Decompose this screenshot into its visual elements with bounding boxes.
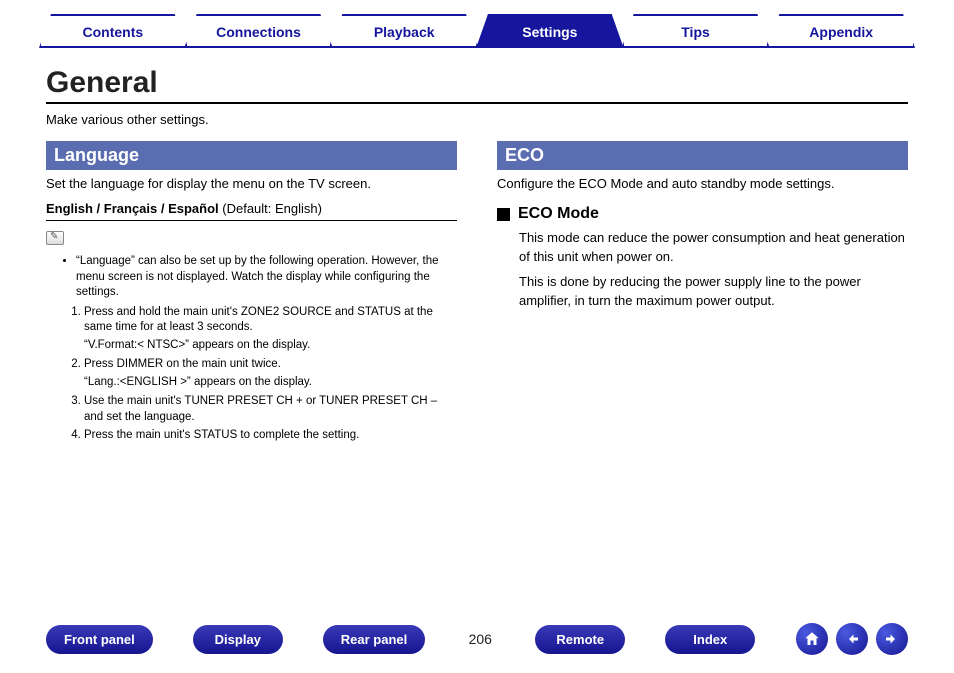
note-icon: [46, 231, 64, 245]
eco-para-1: This mode can reduce the power consumpti…: [519, 229, 908, 267]
tab-connections[interactable]: Connections: [185, 14, 333, 48]
step-2-after: “Lang.:<ENGLISH >” appears on the displa…: [84, 375, 457, 391]
index-button[interactable]: Index: [665, 625, 755, 654]
language-options-bold: English / Français / Español: [46, 201, 219, 216]
tab-settings[interactable]: Settings: [476, 14, 624, 48]
eco-mode-body: This mode can reduce the power consumpti…: [497, 229, 908, 310]
tab-playback[interactable]: Playback: [330, 14, 478, 48]
remote-button[interactable]: Remote: [535, 625, 625, 654]
language-header: Language: [46, 141, 457, 170]
nav-icons: [796, 623, 908, 655]
tab-tips[interactable]: Tips: [622, 14, 770, 48]
step-1-after: “V.Format:< NTSC>” appears on the displa…: [84, 338, 457, 354]
step-4: Press the main unit's STATUS to complete…: [84, 428, 457, 444]
rear-panel-button[interactable]: Rear panel: [323, 625, 425, 654]
prev-icon[interactable]: [836, 623, 868, 655]
eco-header: ECO: [497, 141, 908, 170]
language-options: English / Français / Español (Default: E…: [46, 197, 457, 221]
tab-contents[interactable]: Contents: [39, 14, 187, 48]
tab-appendix[interactable]: Appendix: [767, 14, 915, 48]
next-icon[interactable]: [876, 623, 908, 655]
language-options-default: (Default: English): [219, 201, 322, 216]
page-number: 206: [465, 631, 495, 647]
note-intro: “Language” can also be set up by the fol…: [76, 254, 457, 301]
step-3: Use the main unit's TUNER PRESET CH + or…: [84, 394, 457, 425]
step-2: Press DIMMER on the main unit twice. “La…: [84, 357, 457, 390]
eco-desc: Configure the ECO Mode and auto standby …: [497, 176, 908, 191]
step-1: Press and hold the main unit's ZONE2 SOU…: [84, 305, 457, 354]
top-tabs: Contents Connections Playback Settings T…: [0, 0, 954, 48]
page-title: General: [46, 66, 908, 104]
page-subtitle: Make various other settings.: [46, 112, 908, 127]
language-note: “Language” can also be set up by the fol…: [46, 254, 457, 444]
square-bullet-icon: [497, 208, 510, 221]
left-column: Language Set the language for display th…: [46, 141, 457, 447]
front-panel-button[interactable]: Front panel: [46, 625, 153, 654]
language-desc: Set the language for display the menu on…: [46, 176, 457, 191]
footer: Front panel Display Rear panel 206 Remot…: [0, 623, 954, 655]
home-icon[interactable]: [796, 623, 828, 655]
right-column: ECO Configure the ECO Mode and auto stan…: [497, 141, 908, 447]
display-button[interactable]: Display: [193, 625, 283, 654]
eco-mode-subhead: ECO Mode: [518, 205, 599, 223]
eco-para-2: This is done by reducing the power suppl…: [519, 273, 908, 311]
